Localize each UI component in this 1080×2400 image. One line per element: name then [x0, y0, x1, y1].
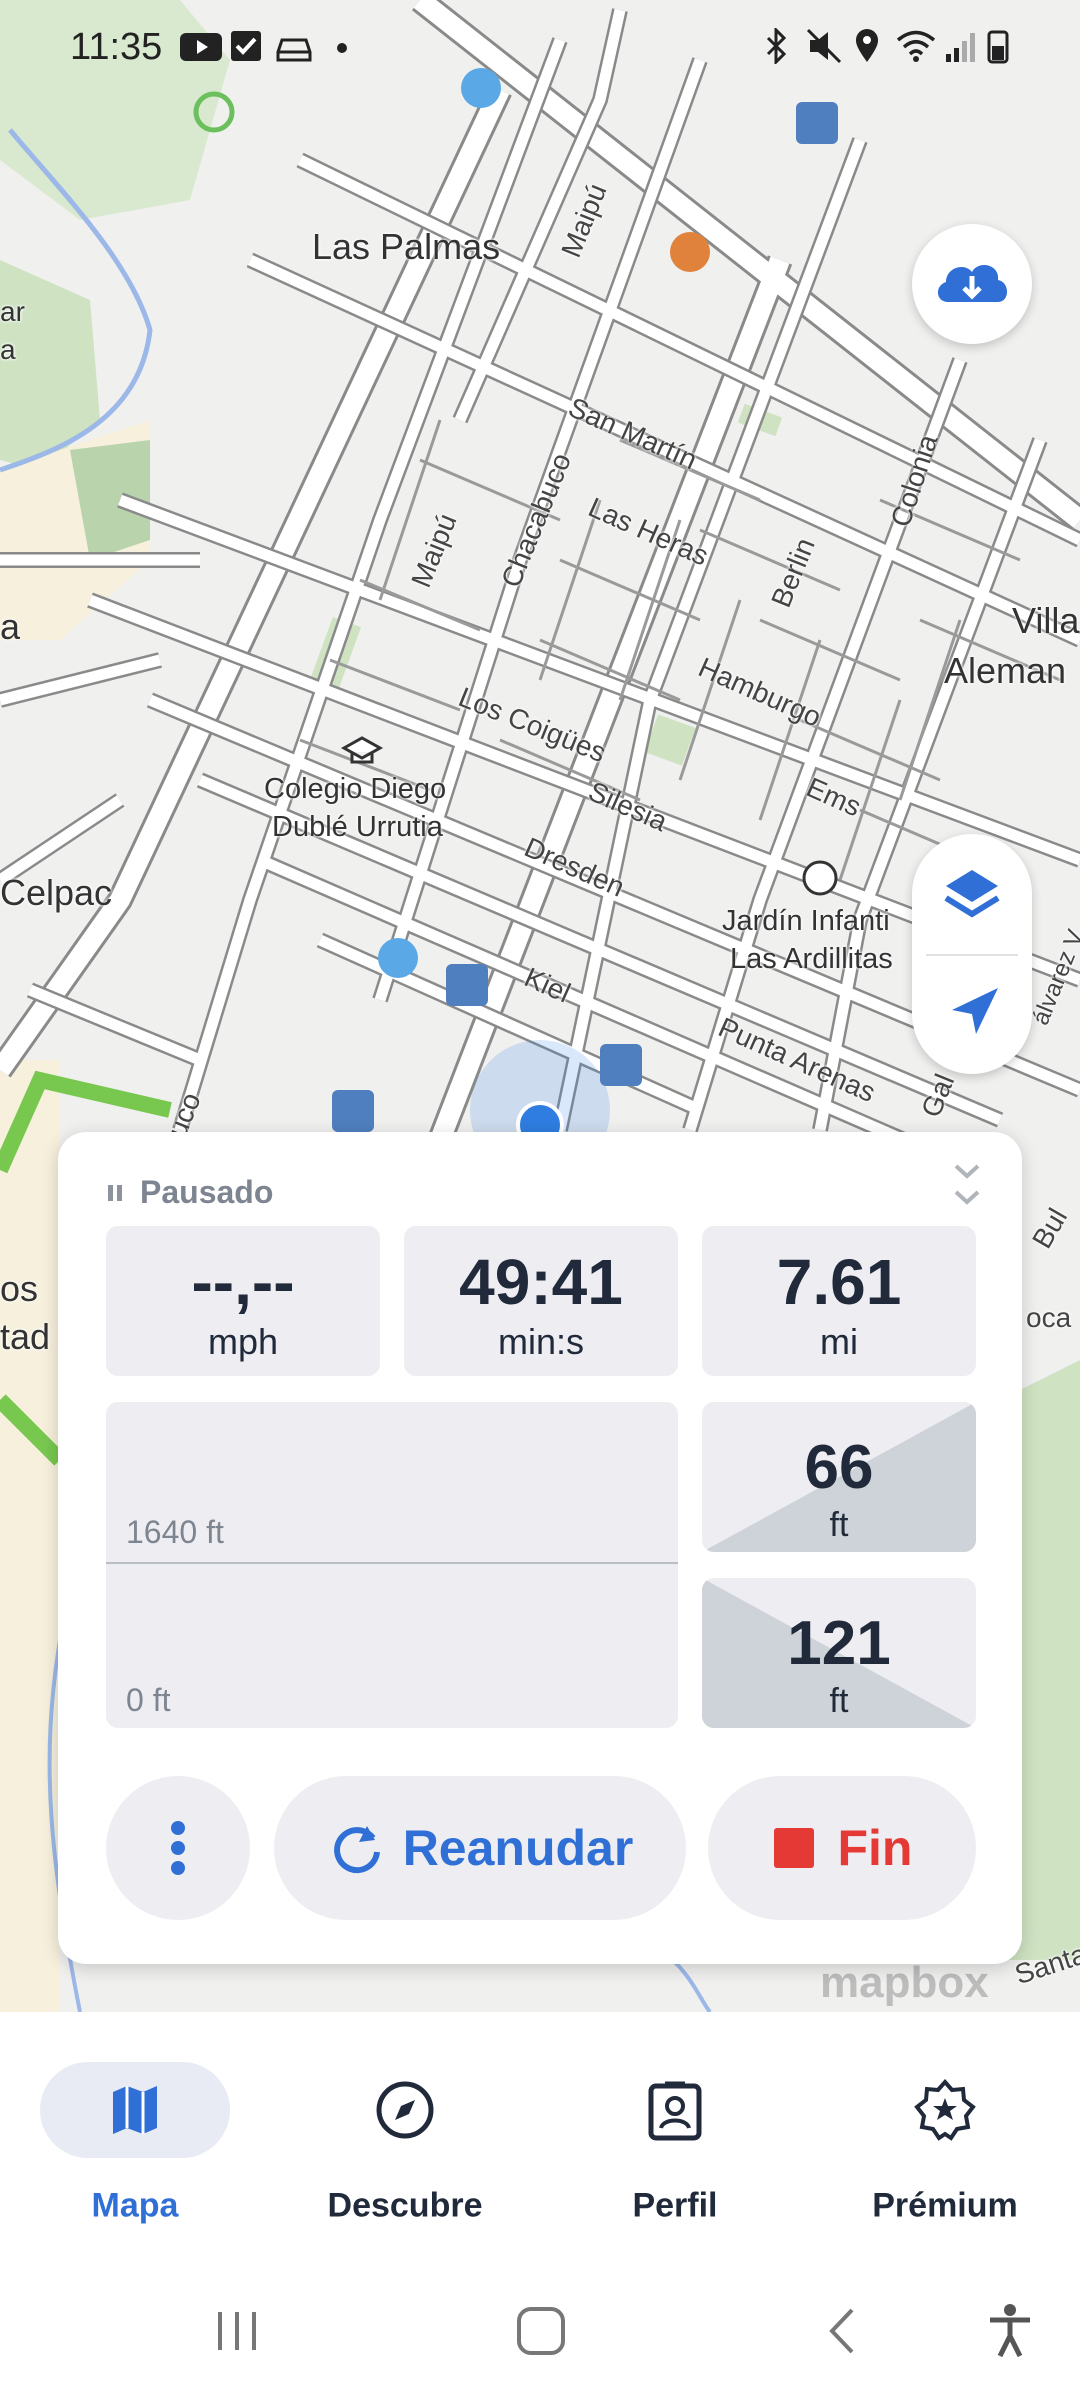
place-label: Las Palmas: [312, 226, 501, 267]
elevation-chart[interactable]: 1640 ft 0 ft: [106, 1402, 678, 1728]
signal-icon: [946, 33, 975, 62]
poi-label: Jardín Infanti: [722, 905, 890, 937]
place-label: a: [0, 334, 16, 365]
nav-item-discover-indicator: [310, 2062, 500, 2158]
distance-stat[interactable]: 7.61 mi: [702, 1226, 976, 1376]
recents-icon[interactable]: [212, 2306, 262, 2356]
speed-value: --,--: [191, 1246, 295, 1318]
profile-icon: [648, 2081, 702, 2141]
resume-button[interactable]: Reanudar: [274, 1776, 686, 1920]
nav-label-discover: Descubre: [327, 2186, 483, 2225]
time-unit: min:s: [497, 1321, 584, 1362]
car-icon: [276, 38, 312, 62]
wifi-icon: [896, 30, 936, 62]
layers-icon: [944, 870, 1000, 918]
nav-item-discover[interactable]: Descubre: [290, 2052, 520, 2232]
status-label: Pausado: [140, 1174, 274, 1210]
place-label: Celpac: [0, 872, 113, 913]
accessibility-icon[interactable]: [986, 2302, 1034, 2360]
place-label: os: [0, 1268, 39, 1309]
place-label: Aleman: [944, 650, 1067, 691]
nav-label-profile: Perfil: [632, 2186, 718, 2225]
mute-icon: [806, 28, 842, 64]
distance-unit: mi: [820, 1321, 858, 1362]
speed-stat[interactable]: --,-- mph: [106, 1226, 380, 1376]
more-options-button[interactable]: [106, 1776, 250, 1920]
ascent-value: 66: [804, 1433, 874, 1502]
download-button[interactable]: [912, 224, 1032, 344]
collapse-button[interactable]: [952, 1162, 982, 1211]
nav-label-premium: Prémium: [872, 2186, 1018, 2225]
status-paused: Pausado: [108, 1172, 273, 1211]
stop-icon: [773, 1828, 814, 1868]
distance-value: 7.61: [776, 1246, 902, 1318]
nav-label-map: Mapa: [91, 2186, 179, 2225]
bottom-navigation: Mapa Descubre Perfil Prémium: [0, 2012, 1080, 2260]
poi-label: Las Ardillitas: [730, 943, 893, 975]
nav-item-profile-indicator: [580, 2062, 770, 2158]
layers-button[interactable]: [912, 834, 1032, 954]
check-icon: [231, 31, 261, 61]
mapbox-attribution[interactable]: mapbox: [820, 1958, 989, 2008]
poi-label: Dublé Urrutia: [272, 811, 443, 843]
ascent-stat[interactable]: 66 ft: [702, 1402, 976, 1552]
compass-icon: [376, 2081, 434, 2139]
street-label: oca: [1026, 1302, 1072, 1333]
resume-label: Reanudar: [402, 1820, 634, 1876]
elevation-top-label: 1640 ft: [126, 1514, 224, 1550]
bluetooth-icon: [766, 28, 787, 64]
map-controls: [912, 834, 1032, 1074]
descent-stat[interactable]: 121 ft: [702, 1578, 976, 1728]
location-icon: [856, 29, 878, 62]
nav-item-map-indicator: [40, 2062, 230, 2158]
ascent-unit: ft: [829, 1506, 849, 1544]
dot-icon: [337, 43, 347, 53]
place-label: a: [0, 606, 21, 647]
home-icon[interactable]: [514, 2304, 568, 2358]
place-label: Villa: [1012, 600, 1080, 641]
locate-button[interactable]: [912, 954, 1032, 1074]
time-value: 49:41: [459, 1246, 623, 1318]
time-stat[interactable]: 49:41 min:s: [404, 1226, 678, 1376]
nav-item-premium[interactable]: Prémium: [830, 2052, 1060, 2232]
back-icon[interactable]: [820, 2304, 864, 2358]
place-label: tad: [0, 1316, 51, 1357]
nav-item-profile[interactable]: Perfil: [560, 2052, 790, 2232]
premium-badge-icon: [914, 2078, 976, 2141]
youtube-icon: [180, 33, 222, 61]
place-label: ar: [0, 296, 25, 327]
status-bar: 11:35: [0, 0, 1080, 96]
nav-item-premium-indicator: [850, 2062, 1040, 2158]
pause-icon: [108, 1172, 126, 1209]
recording-panel: Pausado --,-- mph 49:41 min:s 7.61 mi 16…: [58, 1132, 1022, 1964]
end-label: Fin: [837, 1820, 913, 1876]
more-vertical-icon: [171, 1821, 185, 1875]
descent-unit: ft: [829, 1682, 849, 1720]
battery-icon: [987, 30, 1009, 64]
map-icon: [113, 2086, 157, 2134]
navigation-arrow-icon: [952, 988, 998, 1034]
elevation-bottom-label: 0 ft: [126, 1682, 171, 1718]
poi-label: Colegio Diego: [264, 773, 447, 805]
descent-value: 121: [787, 1609, 891, 1678]
end-button[interactable]: Fin: [708, 1776, 976, 1920]
speed-unit: mph: [207, 1321, 279, 1362]
status-time: 11:35: [70, 26, 163, 68]
elevation-gridline: [106, 1562, 678, 1564]
cloud-download-icon: [937, 265, 1007, 302]
resume-icon: [333, 1826, 380, 1874]
nav-item-map[interactable]: Mapa: [20, 2052, 250, 2232]
system-navigation-bar: [0, 2260, 1080, 2400]
chevron-collapse-icon: [954, 1164, 980, 1205]
